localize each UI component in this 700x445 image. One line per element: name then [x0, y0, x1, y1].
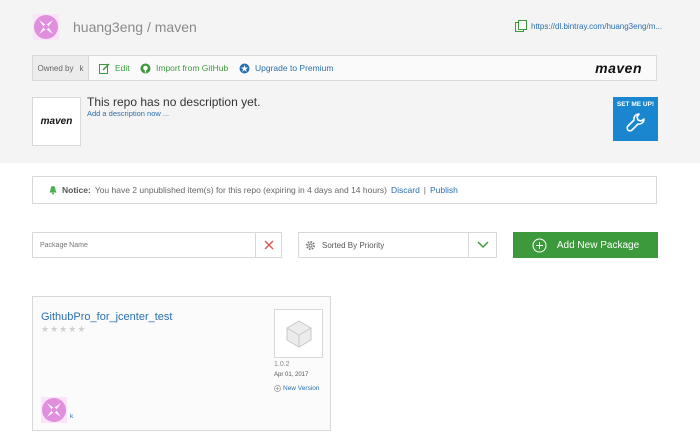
- edit-button[interactable]: Edit: [99, 56, 130, 80]
- owned-by-value[interactable]: k: [80, 64, 84, 73]
- new-version-link[interactable]: New Version: [274, 385, 320, 392]
- plus-circle-icon: [274, 385, 281, 392]
- package-owner-name[interactable]: k: [70, 413, 73, 420]
- sort-dropdown-toggle[interactable]: [468, 233, 496, 257]
- star-icon: ★: [68, 324, 77, 334]
- package-name-input[interactable]: [33, 233, 257, 257]
- breadcrumb-separator: /: [146, 19, 151, 35]
- sort-select[interactable]: Sorted By Priority: [298, 232, 497, 258]
- new-version-label[interactable]: New Version: [283, 385, 320, 392]
- download-link[interactable]: https://dl.bintray.com/huang3eng/m...: [515, 20, 662, 32]
- notice-text: You have 2 unpublished item(s) for this …: [94, 185, 387, 195]
- bell-icon: [49, 186, 57, 195]
- copy-icon: [515, 20, 527, 32]
- sort-select-value[interactable]: Sorted By Priority: [305, 233, 384, 257]
- star-icon: ★: [59, 324, 68, 334]
- import-github-label[interactable]: Import from GitHub: [156, 63, 228, 73]
- star-badge-icon: [239, 63, 250, 73]
- repo-description: This repo has no description yet.: [87, 95, 261, 109]
- package-icon: [274, 309, 323, 358]
- gear-icon: [306, 240, 315, 250]
- notice-label: Notice:: [62, 185, 91, 195]
- star-icon: ★: [41, 324, 50, 334]
- edit-icon: [99, 62, 110, 74]
- star-icon: ★: [50, 324, 59, 334]
- package-date: Apr 01, 2017: [274, 372, 309, 378]
- unpublished-notice: Notice: You have 2 unpublished item(s) f…: [32, 176, 657, 204]
- owned-by-label: Owned by: [37, 63, 74, 73]
- upgrade-premium-label[interactable]: Upgrade to Premium: [255, 63, 333, 73]
- upgrade-premium-button[interactable]: Upgrade to Premium: [239, 56, 333, 80]
- clear-search-button[interactable]: [255, 233, 281, 257]
- package-version[interactable]: 1.0.2: [274, 361, 290, 368]
- breadcrumb-owner[interactable]: huang3eng: [73, 19, 143, 35]
- chevron-down-icon: [476, 241, 489, 249]
- repo-header-area: huang3eng / maven https://dl.bintray.com…: [0, 0, 700, 163]
- add-new-package-button[interactable]: Add New Package: [513, 232, 658, 258]
- repo-toolbar: Owned by k Edit Import from GitHub Upgra…: [32, 55, 657, 81]
- repo-logo-text: maven: [40, 116, 73, 127]
- repo-type-logo: maven: [595, 60, 642, 76]
- wrench-icon: [625, 113, 645, 132]
- package-search: [32, 232, 282, 258]
- star-icon: ★: [77, 324, 86, 334]
- sort-label[interactable]: Sorted By Priority: [322, 241, 384, 250]
- package-owner-avatar[interactable]: [41, 397, 67, 423]
- plus-circle-icon: [532, 238, 547, 252]
- close-icon: [264, 240, 273, 250]
- add-description-link[interactable]: Add a description now ...: [87, 109, 169, 118]
- repo-breadcrumb: huang3eng / maven: [73, 19, 197, 35]
- package-name-link[interactable]: GithubPro_for_jcenter_test: [41, 311, 172, 323]
- github-icon: [140, 63, 151, 73]
- download-link-text[interactable]: https://dl.bintray.com/huang3eng/m...: [531, 22, 662, 31]
- package-rating: ★ ★ ★ ★ ★: [41, 324, 85, 335]
- add-new-package-label[interactable]: Add New Package: [557, 240, 639, 251]
- owned-by: Owned by k: [33, 56, 89, 80]
- package-card: GithubPro_for_jcenter_test ★ ★ ★ ★ ★ 1.0…: [32, 296, 331, 431]
- package-box-icon: [286, 319, 311, 348]
- repo-logo: maven: [32, 97, 81, 146]
- set-me-up-button[interactable]: SET ME UP!: [613, 97, 658, 141]
- set-me-up-label[interactable]: SET ME UP!: [613, 101, 658, 108]
- import-github-button[interactable]: Import from GitHub: [140, 56, 228, 80]
- publish-link[interactable]: Publish: [430, 185, 458, 195]
- edit-label[interactable]: Edit: [115, 63, 130, 73]
- discard-link[interactable]: Discard: [391, 185, 420, 195]
- owner-avatar[interactable]: [33, 14, 59, 40]
- notice-separator: |: [423, 185, 427, 195]
- breadcrumb-repo: maven: [154, 19, 197, 35]
